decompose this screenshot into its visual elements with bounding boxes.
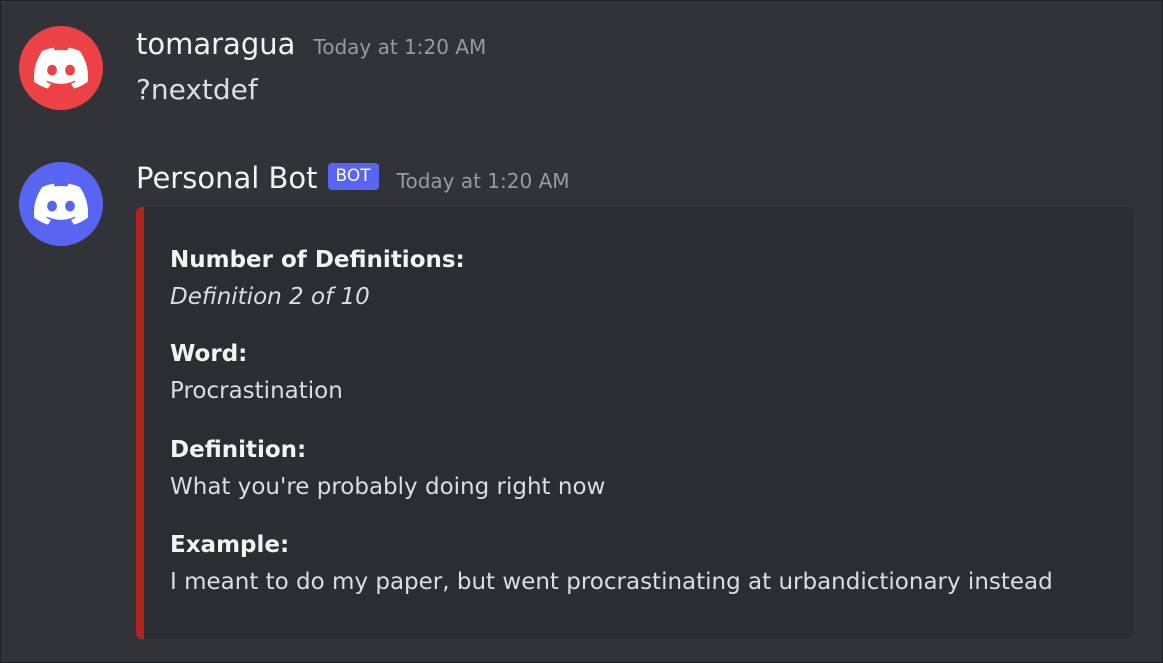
embed-field-value: I meant to do my paper, but went procras… — [170, 569, 1053, 595]
embed-field-name: Example: — [170, 532, 290, 558]
embed-field-value: Procrastination — [170, 378, 343, 404]
username[interactable]: Personal Bot — [136, 161, 318, 195]
message-embed: Number of Definitions: Definition 2 of 1… — [136, 207, 1134, 639]
embed-field-name: Number of Definitions: — [170, 247, 465, 273]
embed-field-value: What you're probably doing right now — [170, 474, 606, 500]
timestamp: Today at 1:20 AM — [313, 35, 487, 59]
bot-badge: BOT — [327, 163, 379, 190]
embed-field: Example: I meant to do my paper, but wen… — [170, 532, 1053, 595]
bot-avatar[interactable] — [19, 162, 103, 246]
discord-logo-icon — [34, 183, 88, 225]
timestamp: Today at 1:20 AM — [396, 169, 570, 193]
message-header: tomaragua Today at 1:20 AM — [136, 27, 486, 61]
discord-logo-icon — [34, 47, 88, 89]
embed-field-name: Definition: — [170, 437, 307, 463]
message-header: Personal Bot BOT Today at 1:20 AM — [136, 161, 570, 197]
user-avatar[interactable] — [19, 26, 103, 110]
embed-field: Word: Procrastination — [170, 341, 343, 404]
embed-field-value: Definition 2 of 10 — [170, 284, 370, 310]
embed-field-name: Word: — [170, 341, 248, 367]
embed-field: Number of Definitions: Definition 2 of 1… — [170, 247, 465, 310]
username[interactable]: tomaragua — [136, 27, 295, 61]
embed-field: Definition: What you're probably doing r… — [170, 437, 605, 500]
message-content: ?nextdef — [136, 73, 258, 106]
